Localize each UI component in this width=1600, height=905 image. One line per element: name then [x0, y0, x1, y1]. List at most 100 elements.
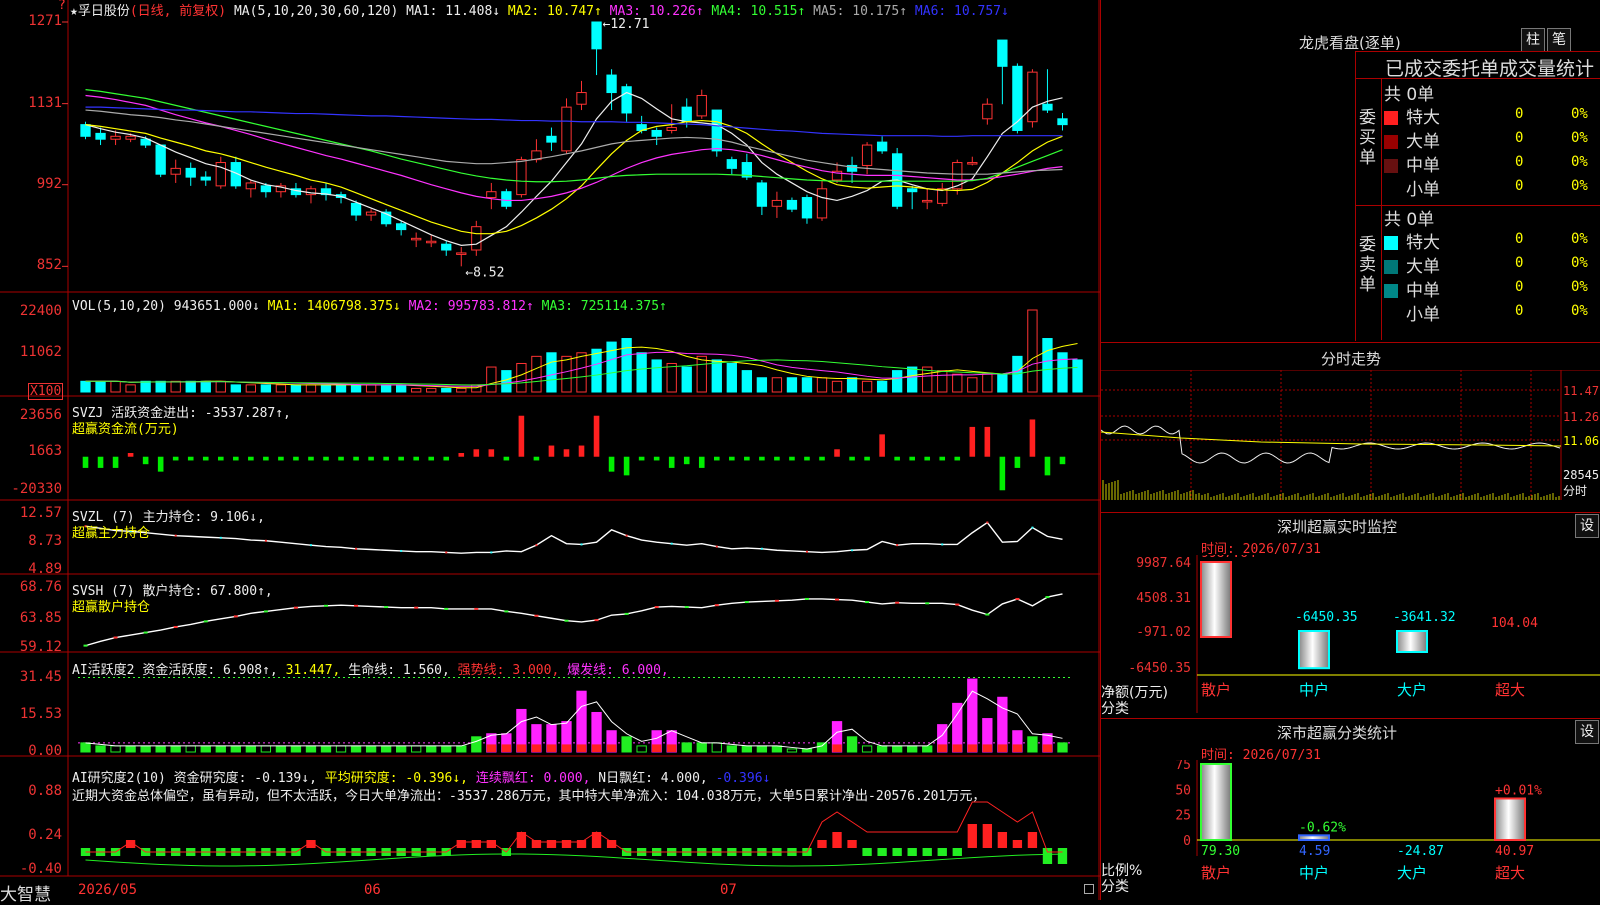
ai2-bar: [997, 832, 1008, 848]
candle-body: [711, 109, 722, 152]
ma-value-1: MA1: 11.408↓: [406, 4, 501, 19]
candle-body: [80, 124, 91, 137]
svzj-bar: [819, 456, 825, 461]
vol-params: VOL(5,10,20): [72, 299, 166, 314]
sell-row-1: 特大: [1384, 228, 1440, 253]
candle-body: [486, 191, 497, 199]
class-y-label: 75: [1175, 760, 1191, 773]
candle-body: [681, 106, 692, 123]
ai1-bar-base: [997, 744, 1008, 752]
bar-view-button[interactable]: 柱: [1521, 28, 1545, 52]
chart-canvas[interactable]: ←12.71 ←8.52: [0, 0, 1100, 900]
ai1-bar: [230, 745, 241, 753]
vol-bar: [305, 384, 317, 393]
svzj-bar: [969, 426, 976, 457]
candle-body: [501, 191, 512, 207]
vol-bar: [320, 384, 332, 393]
svzj-bar: [187, 456, 194, 461]
ai2-name: AI研究度2(10): [72, 771, 166, 786]
ai1-bar: [411, 745, 422, 753]
ai1-bar-base: [501, 744, 512, 752]
ai1-bar: [636, 745, 647, 753]
vol-bar: [937, 370, 948, 393]
svzj-bar: [638, 456, 645, 461]
candle-body: [907, 188, 918, 193]
sell-pct: 0%: [1571, 279, 1588, 295]
candle-body: [411, 237, 422, 241]
vol-header: VOL(5,10,20) 943651.000↓ MA1: 1406798.37…: [72, 299, 667, 314]
tick-view-button[interactable]: 笔: [1547, 28, 1571, 52]
svzl-dot: [445, 551, 448, 554]
sell-count: 0: [1515, 255, 1524, 271]
svsh-dot: [143, 631, 148, 634]
svsh-dot: [564, 619, 569, 622]
ai2-bar: [982, 824, 992, 848]
monitor-bar-value: 104.04: [1491, 616, 1538, 631]
ai1-bar: [335, 745, 347, 753]
svzl-dot: [760, 547, 763, 550]
candle-body: [801, 197, 813, 219]
monitor-y-label: 4508.31: [1136, 591, 1191, 606]
ai2-nday: N日飘红: 4.000,: [598, 771, 708, 786]
chart-mode: (日线, 前复权): [129, 4, 227, 19]
sell-pct: 0%: [1571, 231, 1588, 247]
ai1-bar: [711, 742, 722, 753]
svsh-sub: 超赢散户持仓: [72, 600, 151, 615]
class-cat: 超大: [1495, 864, 1525, 882]
ai2-bar: [847, 840, 857, 848]
y-label-svzl: 12.57: [19, 505, 62, 521]
svzj-bar: [744, 456, 750, 461]
vol-bar: [726, 362, 737, 393]
candle-body: [606, 74, 617, 94]
class-bar: [1200, 763, 1232, 841]
ai2-consec: 连续飘红: 0.000,: [475, 771, 591, 786]
ma-values: MA1: 11.408↓ MA2: 10.747↑ MA3: 10.226↑ M…: [406, 4, 1009, 19]
buy-name: 中单: [1406, 156, 1440, 176]
svzl-dot: [851, 549, 854, 552]
class-chart: 75 50 25 0 +0.96% 79.30 散户 -0.62% 4.59 中户 -24.87 大户…: [1175, 760, 1600, 882]
ai2-bar: [937, 848, 947, 856]
vol-bar: [636, 352, 647, 393]
svsh-dot: [835, 598, 840, 601]
ai1-bar: [696, 742, 707, 753]
ai1-bar: [380, 745, 392, 753]
vol-bar: [591, 348, 602, 393]
y-label-main: 1131: [28, 94, 62, 111]
svzj-bar: [653, 456, 660, 461]
stock-title: ★孚日股份: [70, 4, 130, 19]
ai1-bar: [861, 745, 873, 753]
svsh-dot: [895, 601, 900, 604]
ai1-bar: [741, 745, 753, 753]
candle-body: [426, 240, 437, 244]
ai1-bar: [140, 745, 151, 753]
dragon-title: 龙虎看盘(逐单): [1299, 34, 1401, 52]
class-y-label: 50: [1175, 783, 1191, 798]
y-label-svzj: 1663: [28, 443, 62, 460]
class-settings-button[interactable]: 设: [1575, 720, 1599, 744]
tick-chart[interactable]: 11.47 11.26 11.06 28545 分时: [1101, 370, 1600, 510]
monitor-settings-button[interactable]: 设: [1575, 514, 1599, 538]
ai1-bar-base: [1042, 744, 1053, 752]
svzl-dot: [264, 539, 267, 542]
y-label-main: 852: [36, 257, 62, 274]
ai1-bar-base: [937, 744, 947, 752]
vol-bar: [907, 366, 918, 393]
ai1-bar-base: [652, 744, 662, 752]
ma-value-6: MA6: 10.757↓: [907, 4, 1009, 19]
buy-count: 0: [1515, 106, 1524, 122]
svzj-bar: [428, 456, 435, 461]
candle-body: [982, 103, 993, 120]
y-label-ai2: -0.40: [19, 861, 62, 877]
svzj-bar: [533, 456, 540, 461]
buy-count: 0: [1515, 130, 1524, 146]
monitor-cat: 中户: [1299, 681, 1329, 699]
ai1-bar-base: [591, 744, 602, 752]
candle-body: [997, 39, 1008, 67]
candle-body: [726, 159, 737, 169]
svsh-dot: [474, 607, 479, 610]
buy-name: 小单: [1406, 180, 1440, 200]
vol-bar: [831, 380, 843, 393]
candle-body: [516, 159, 527, 196]
lock-icon[interactable]: [1084, 884, 1094, 894]
sell-row-4: 小单: [1384, 300, 1440, 325]
